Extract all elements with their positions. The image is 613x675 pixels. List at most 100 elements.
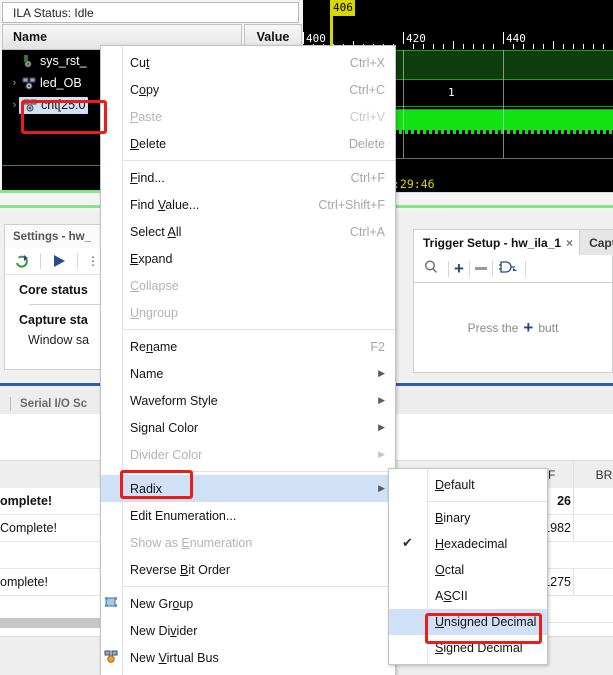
menu-item-edit-enumeration[interactable]: Edit Enumeration... (101, 502, 395, 529)
ila-status-field: ILA Status: Idle (2, 2, 299, 23)
refresh-icon[interactable] (13, 252, 31, 270)
cell-status: omplete! (0, 494, 53, 508)
menu-item-label: Select All (130, 224, 182, 239)
menu-item-find[interactable]: Find... Ctrl+F (101, 164, 395, 191)
group-icon (103, 595, 121, 611)
menu-item-create-user-defined-radix[interactable]: Create User Defined Radix (101, 671, 395, 675)
menu-item-label: Expand (130, 251, 173, 266)
menu-item-label: Ungroup (130, 305, 178, 320)
radix-item-hexadecimal[interactable]: ✔ Hexadecimal (389, 531, 547, 557)
chevron-right-icon[interactable]: › (8, 77, 21, 89)
menu-item-label: New Virtual Bus (130, 650, 219, 665)
menu-item-collapse: Collapse (101, 272, 395, 299)
menu-item-shortcut: Delete (348, 136, 385, 151)
bus-icon (21, 76, 37, 90)
menu-item-select-all[interactable]: Select All Ctrl+A (101, 218, 395, 245)
radix-item-label: Signed Decimal (435, 641, 523, 655)
menu-item-new-divider[interactable]: New Divider (101, 617, 395, 644)
menu-item-label: Delete (130, 136, 167, 151)
radix-item-label: Unsigned Decimal (435, 615, 537, 629)
menu-item-expand[interactable]: Expand (101, 245, 395, 272)
column-header-br[interactable]: BR (580, 461, 613, 489)
bus-value-label: 1 (448, 86, 455, 99)
radix-item-unsigned-decimal[interactable]: Unsigned Decimal (389, 609, 547, 635)
menu-item-radix[interactable]: Radix ▶ (101, 475, 395, 502)
trigger-empty-message: Press the + butt (413, 283, 613, 373)
gate-icon[interactable] (498, 259, 520, 278)
menu-item-show-as-enumeration: Show as Enumeration (101, 529, 395, 556)
time-marker-label: 406 (333, 1, 353, 14)
plus-icon-inline: + (523, 318, 534, 337)
run-icon[interactable] (50, 252, 68, 270)
menu-item-find-value[interactable]: Find Value... Ctrl+Shift+F (101, 191, 395, 218)
menu-separator (123, 160, 395, 161)
radix-item-default[interactable]: Default (389, 472, 547, 498)
signal-name: cnt[25:0 (41, 97, 86, 112)
menu-item-label: Find Value... (130, 197, 200, 212)
signal-name: sys_rst_ (40, 54, 87, 68)
radix-item-signed-decimal[interactable]: Signed Decimal (389, 635, 547, 661)
signal-name: led_OB (40, 76, 82, 90)
menu-item-new-virtual-bus[interactable]: New Virtual Bus (101, 644, 395, 671)
radix-item-ascii[interactable]: ASCII (389, 583, 547, 609)
menu-item-rename[interactable]: Rename F2 (101, 333, 395, 360)
virtual-bus-icon (103, 649, 121, 665)
menu-item-cut[interactable]: Cut Ctrl+X (101, 49, 395, 76)
menu-item-new-group[interactable]: New Group (101, 590, 395, 617)
menu-item-label: Radix (130, 481, 162, 496)
trigger-toolbar: + (413, 255, 613, 283)
time-marker-flag[interactable]: 406 (331, 0, 355, 16)
cell-status: omplete! (0, 575, 48, 589)
column-header-name-label: Name (13, 30, 48, 44)
menu-item-paste: Paste Ctrl+V (101, 103, 395, 130)
menu-item-shortcut: Ctrl+Shift+F (318, 197, 385, 212)
minus-icon[interactable] (474, 267, 487, 270)
submenu-arrow-icon: ▶ (378, 483, 385, 493)
search-icon[interactable] (423, 259, 443, 278)
radix-item-binary[interactable]: Binary (389, 505, 547, 531)
menu-item-shortcut: Ctrl+X (349, 55, 385, 70)
menu-item-label: Divider Color (130, 447, 203, 462)
plus-icon[interactable]: + (454, 260, 464, 277)
menu-item-reverse-bit-order[interactable]: Reverse Bit Order (101, 556, 395, 583)
radix-item-octal[interactable]: Octal (389, 557, 547, 583)
menu-separator (123, 586, 395, 587)
submenu-arrow-icon: ▶ (378, 368, 385, 378)
tab-capture-setup-label: Captu (589, 235, 613, 250)
menu-item-label: Rename (130, 339, 178, 354)
radix-item-label: Default (435, 478, 475, 492)
radix-item-label: Hexadecimal (435, 537, 508, 551)
radix-submenu[interactable]: Default Binary ✔ Hexadecimal Octal ASCII Unsig… (388, 468, 548, 665)
radix-item-label: Octal (435, 563, 465, 577)
more-icon[interactable]: ⋮ (87, 254, 99, 268)
trigger-empty-prefix: Press the (467, 320, 519, 335)
tab-serial-io[interactable]: Serial I/O Sc (20, 398, 87, 410)
signal-name-selected[interactable]: cnt[25:0 (19, 96, 89, 114)
menu-item-copy[interactable]: Copy Ctrl+C (101, 76, 395, 103)
menu-item-label: Signal Color (130, 420, 199, 435)
menu-item-delete[interactable]: Delete Delete (101, 130, 395, 157)
menu-item-shortcut: F2 (370, 339, 385, 354)
trigger-tabbar: Trigger Setup - hw_ila_1 × Captu (413, 229, 613, 255)
bus-icon (22, 98, 38, 112)
radix-item-label: Binary (435, 511, 471, 525)
tab-capture-setup[interactable]: Captu (580, 229, 613, 255)
signal-icon (21, 54, 37, 68)
tab-settings[interactable]: Settings - hw_ (5, 231, 99, 243)
menu-item-name[interactable]: Name ▶ (101, 360, 395, 387)
menu-separator (123, 329, 395, 330)
submenu-arrow-icon: ▶ (378, 395, 385, 405)
menu-item-label: New Divider (130, 623, 198, 638)
tab-trigger-setup[interactable]: Trigger Setup - hw_ila_1 × (413, 229, 581, 255)
menu-item-signal-color[interactable]: Signal Color ▶ (101, 414, 395, 441)
close-icon[interactable]: × (566, 236, 573, 250)
menu-item-label: Copy (130, 82, 160, 97)
radix-item-label: ASCII (435, 589, 468, 603)
context-menu[interactable]: Cut Ctrl+X Copy Ctrl+C Paste Ctrl+V Delete Dele… (100, 45, 396, 675)
menu-item-label: Name (130, 366, 164, 381)
drag-handle[interactable] (10, 397, 11, 411)
menu-item-label: New Group (130, 596, 194, 611)
menu-item-label: Show as Enumeration (130, 535, 253, 550)
menu-item-waveform-style[interactable]: Waveform Style ▶ (101, 387, 395, 414)
menu-item-label: Edit Enumeration... (130, 508, 237, 523)
